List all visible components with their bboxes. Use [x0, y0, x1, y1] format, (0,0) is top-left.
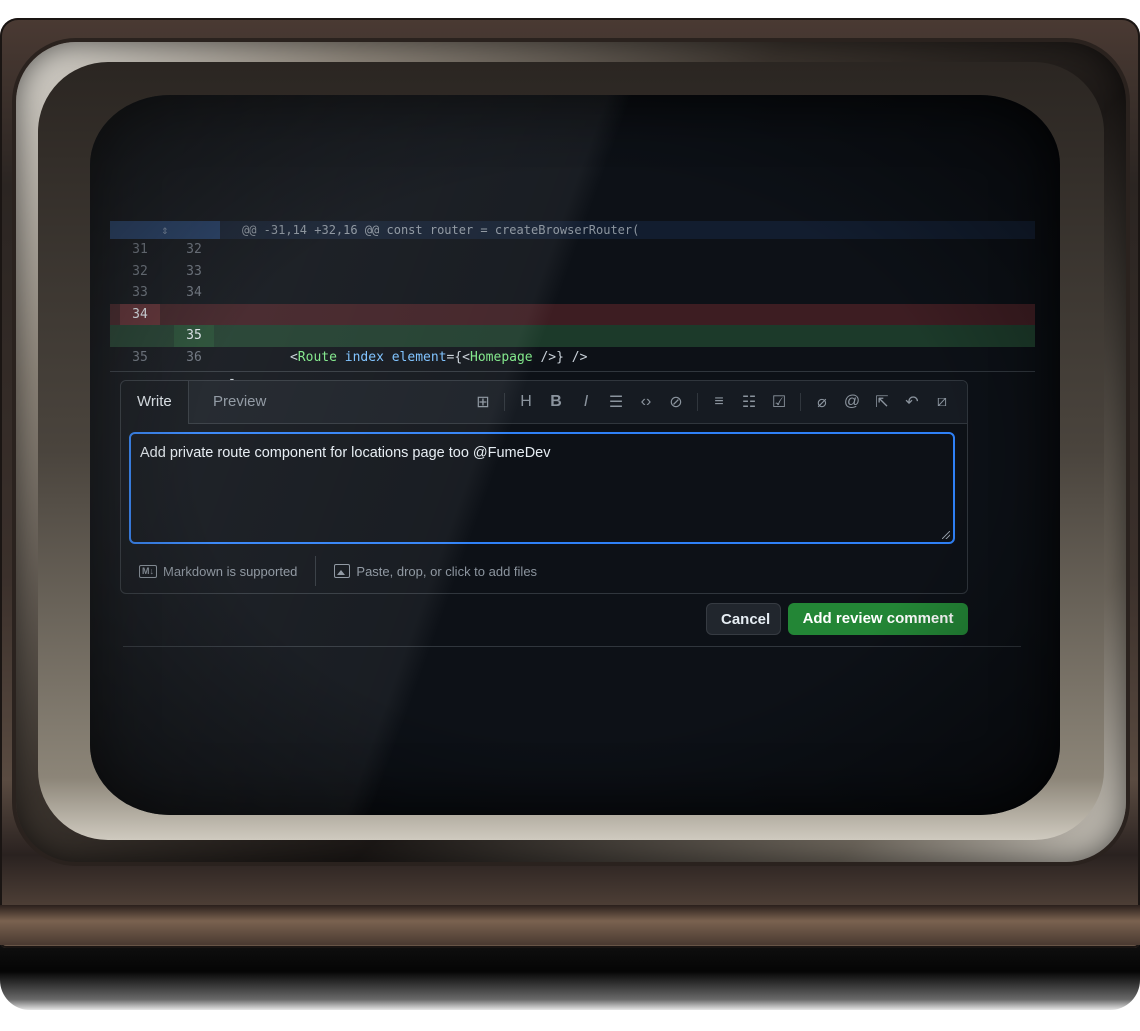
diff-row: 35 36 <Route path="/locations" element={… [110, 347, 1035, 430]
bold-icon[interactable]: B [541, 393, 571, 411]
tv-base [0, 905, 1140, 945]
new-line-number[interactable]: 34 [174, 282, 214, 304]
add-files-label: Paste, drop, or click to add files [356, 563, 538, 579]
diff-row: 31 32 createRoutesFromElements( [110, 239, 1035, 322]
diff-row: 33 34 <Route index element={<Homepage />… [110, 282, 1035, 365]
mention-icon[interactable]: @ [837, 393, 867, 411]
old-line-number[interactable]: 32 [120, 261, 160, 283]
new-line-number[interactable]: 35 [174, 325, 214, 347]
divider [110, 371, 1035, 372]
image-icon [334, 564, 351, 578]
comment-textarea[interactable]: Add private route component for location… [129, 432, 955, 544]
numbered-list-icon[interactable]: ≡ [704, 393, 734, 411]
cancel-button[interactable]: Cancel [706, 603, 781, 635]
comment-box: Write Preview ⊞ H B I ☰ ‹› ⊘ ≡ ☷ ☑ ⌀ @ ⇱… [120, 380, 968, 594]
new-line-number[interactable]: 33 [174, 261, 214, 283]
task-list-icon[interactable]: ☑ [764, 392, 794, 412]
add-review-comment-button[interactable]: Add review comment [788, 603, 968, 635]
diff-row-added: 35 + <PrivateRoute path="/homepage"><Nav… [110, 325, 1035, 430]
resize-handle-icon[interactable] [942, 531, 950, 539]
reference-icon[interactable]: ⇱ [867, 392, 897, 412]
heading-icon[interactable]: H [511, 393, 541, 411]
tab-preview[interactable]: Preview [197, 381, 282, 423]
markdown-toolbar: ⊞ H B I ☰ ‹› ⊘ ≡ ☷ ☑ ⌀ @ ⇱ ↶ ⧄ [468, 381, 957, 423]
comment-footer: M↓ Markdown is supported Paste, drop, or… [121, 553, 967, 589]
diff-row: 32 33 <Route path="/" element={<MainLayo… [110, 261, 1035, 344]
tv-screen: ⇕ @@ -31,14 +32,16 @@ const router = crea… [90, 95, 1060, 815]
old-line-number[interactable]: 31 [120, 239, 160, 261]
diff-row-deleted: 34 - <Route path="/homepage" element={<N… [110, 303, 1035, 409]
bullet-list-icon[interactable]: ☷ [734, 392, 764, 412]
attach-icon[interactable]: ⌀ [807, 392, 837, 412]
add-file-icon[interactable]: ⊞ [468, 392, 498, 412]
old-line-number[interactable]: 34 [120, 303, 160, 326]
diff-view: 31 32 createRoutesFromElements( 32 33 <R… [110, 239, 1035, 430]
expand-icon[interactable]: ⇕ [110, 221, 220, 239]
markdown-icon: M↓ [139, 564, 157, 578]
new-line-number[interactable]: 36 [174, 347, 214, 369]
link-icon[interactable]: ⊘ [661, 392, 691, 412]
old-line-number[interactable]: 33 [120, 282, 160, 304]
quote-icon[interactable]: ☰ [601, 392, 631, 412]
hunk-header-text: @@ -31,14 +32,16 @@ const router = creat… [242, 223, 640, 237]
hunk-header[interactable]: ⇕ @@ -31,14 +32,16 @@ const router = crea… [110, 221, 1035, 239]
comment-tabs: Write Preview ⊞ H B I ☰ ‹› ⊘ ≡ ☷ ☑ ⌀ @ ⇱… [121, 381, 967, 424]
toolbar-divider [800, 393, 801, 411]
markdown-link[interactable]: M↓ Markdown is supported [121, 556, 317, 586]
toolbar-divider [504, 393, 505, 411]
italic-icon[interactable]: I [571, 393, 601, 411]
tab-write[interactable]: Write [121, 381, 189, 424]
toolbar-divider [697, 393, 698, 411]
undo-icon[interactable]: ↶ [897, 392, 927, 412]
tv-shadow [0, 940, 1140, 1010]
markdown-label: Markdown is supported [163, 563, 298, 579]
code-icon[interactable]: ‹› [631, 393, 661, 411]
old-line-number[interactable]: 35 [120, 347, 160, 369]
add-files-link[interactable]: Paste, drop, or click to add files [316, 564, 537, 579]
new-line-number[interactable]: 32 [174, 239, 214, 261]
comment-text: Add private route component for location… [140, 445, 551, 461]
divider [123, 646, 1021, 647]
slash-commands-icon[interactable]: ⧄ [927, 393, 957, 411]
